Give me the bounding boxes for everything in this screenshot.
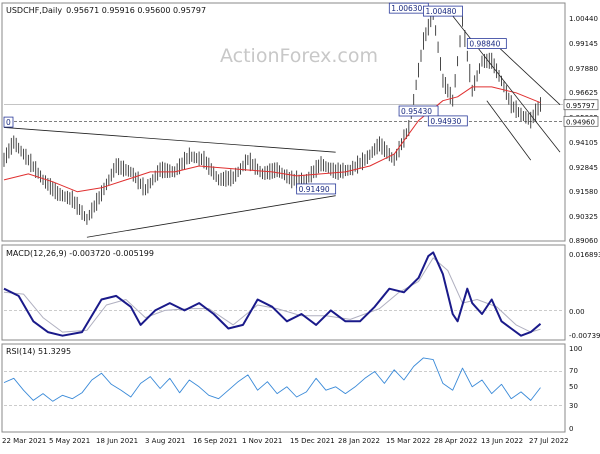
- rsi-y-axis: 100 70 50 30 0: [569, 345, 582, 433]
- rsi-label: RSI(14) 51.3295: [6, 347, 71, 356]
- x-tick: 13 Jun 2022: [481, 437, 523, 445]
- ohlc-text: 0.95671 0.95916 0.95600 0.95797: [66, 6, 206, 15]
- symbol-title: USDCHF,Daily: [6, 6, 62, 15]
- watermark: ActionForex.com: [220, 45, 378, 67]
- chart-root: ActionForex.com USDCHF,Daily 0.95671 0.95…: [0, 0, 600, 450]
- x-tick: 16 Sep 2021: [193, 437, 237, 445]
- rsi-y-tick: 100: [569, 345, 582, 353]
- level-tag-label: 0.98840: [469, 40, 500, 49]
- x-tick: 15 Dec 2021: [290, 437, 335, 445]
- x-tick: 22 Mar 2021: [2, 437, 46, 445]
- main-y-axis: 1.00440 0.99145 0.97880 0.96625 0.95365 …: [569, 15, 598, 245]
- macd-y-tick: 0.016893: [569, 251, 600, 259]
- x-tick: 5 May 2021: [49, 437, 90, 445]
- level-tag-label: 0: [6, 118, 11, 127]
- main-y-tick: 0.94105: [569, 139, 598, 147]
- axis-price-tag-label: 0.94960: [566, 118, 595, 126]
- main-y-tick: 0.92845: [569, 164, 598, 172]
- rsi-panel: [1, 343, 566, 433]
- rsi-y-tick: 50: [569, 383, 578, 391]
- x-tick: 15 Mar 2022: [386, 437, 430, 445]
- main-y-tick: 0.89060: [569, 237, 598, 245]
- x-axis: 22 Mar 2021 5 May 2021 18 Jun 2021 3 Aug…: [2, 437, 569, 445]
- x-tick: 3 Aug 2021: [145, 437, 185, 445]
- x-tick: 27 Jul 2022: [529, 437, 569, 445]
- macd-y-tick: 0.00: [569, 308, 585, 316]
- macd-y-axis: 0.016893 0.00 -0.007393: [569, 251, 600, 340]
- x-tick: 1 Nov 2021: [242, 437, 282, 445]
- level-tag-label: 0.94930: [430, 117, 461, 126]
- main-y-tick: 1.00440: [569, 15, 598, 23]
- rsi-y-tick: 30: [569, 402, 578, 410]
- macd-y-tick: -0.007393: [569, 332, 600, 340]
- x-tick: 28 Apr 2022: [434, 437, 477, 445]
- main-y-tick: 0.96625: [569, 89, 598, 97]
- level-tag-label: 0.91490: [299, 185, 330, 194]
- x-tick: 28 Jan 2022: [338, 437, 380, 445]
- level-tag-label: 0.95430: [401, 107, 432, 116]
- level-tag-label: 1.00480: [425, 7, 456, 16]
- main-y-tick: 0.90325: [569, 213, 598, 221]
- level-tag-label: 1.00630: [391, 4, 422, 13]
- main-y-tick: 0.97880: [569, 65, 598, 73]
- chart-svg: ActionForex.com USDCHF,Daily 0.95671 0.95…: [1, 2, 600, 445]
- macd-label: MACD(12,26,9) -0.003720 -0.005199: [6, 249, 154, 258]
- main-y-tick: 0.99145: [569, 40, 598, 48]
- chart-title: USDCHF,Daily 0.95671 0.95916 0.95600 0.95…: [6, 6, 206, 15]
- rsi-y-tick: 0: [569, 425, 573, 433]
- axis-price-tag-label: 0.95797: [566, 102, 595, 110]
- rsi-y-tick: 70: [569, 367, 578, 375]
- main-y-tick: 0.91580: [569, 188, 598, 196]
- x-tick: 18 Jun 2021: [96, 437, 138, 445]
